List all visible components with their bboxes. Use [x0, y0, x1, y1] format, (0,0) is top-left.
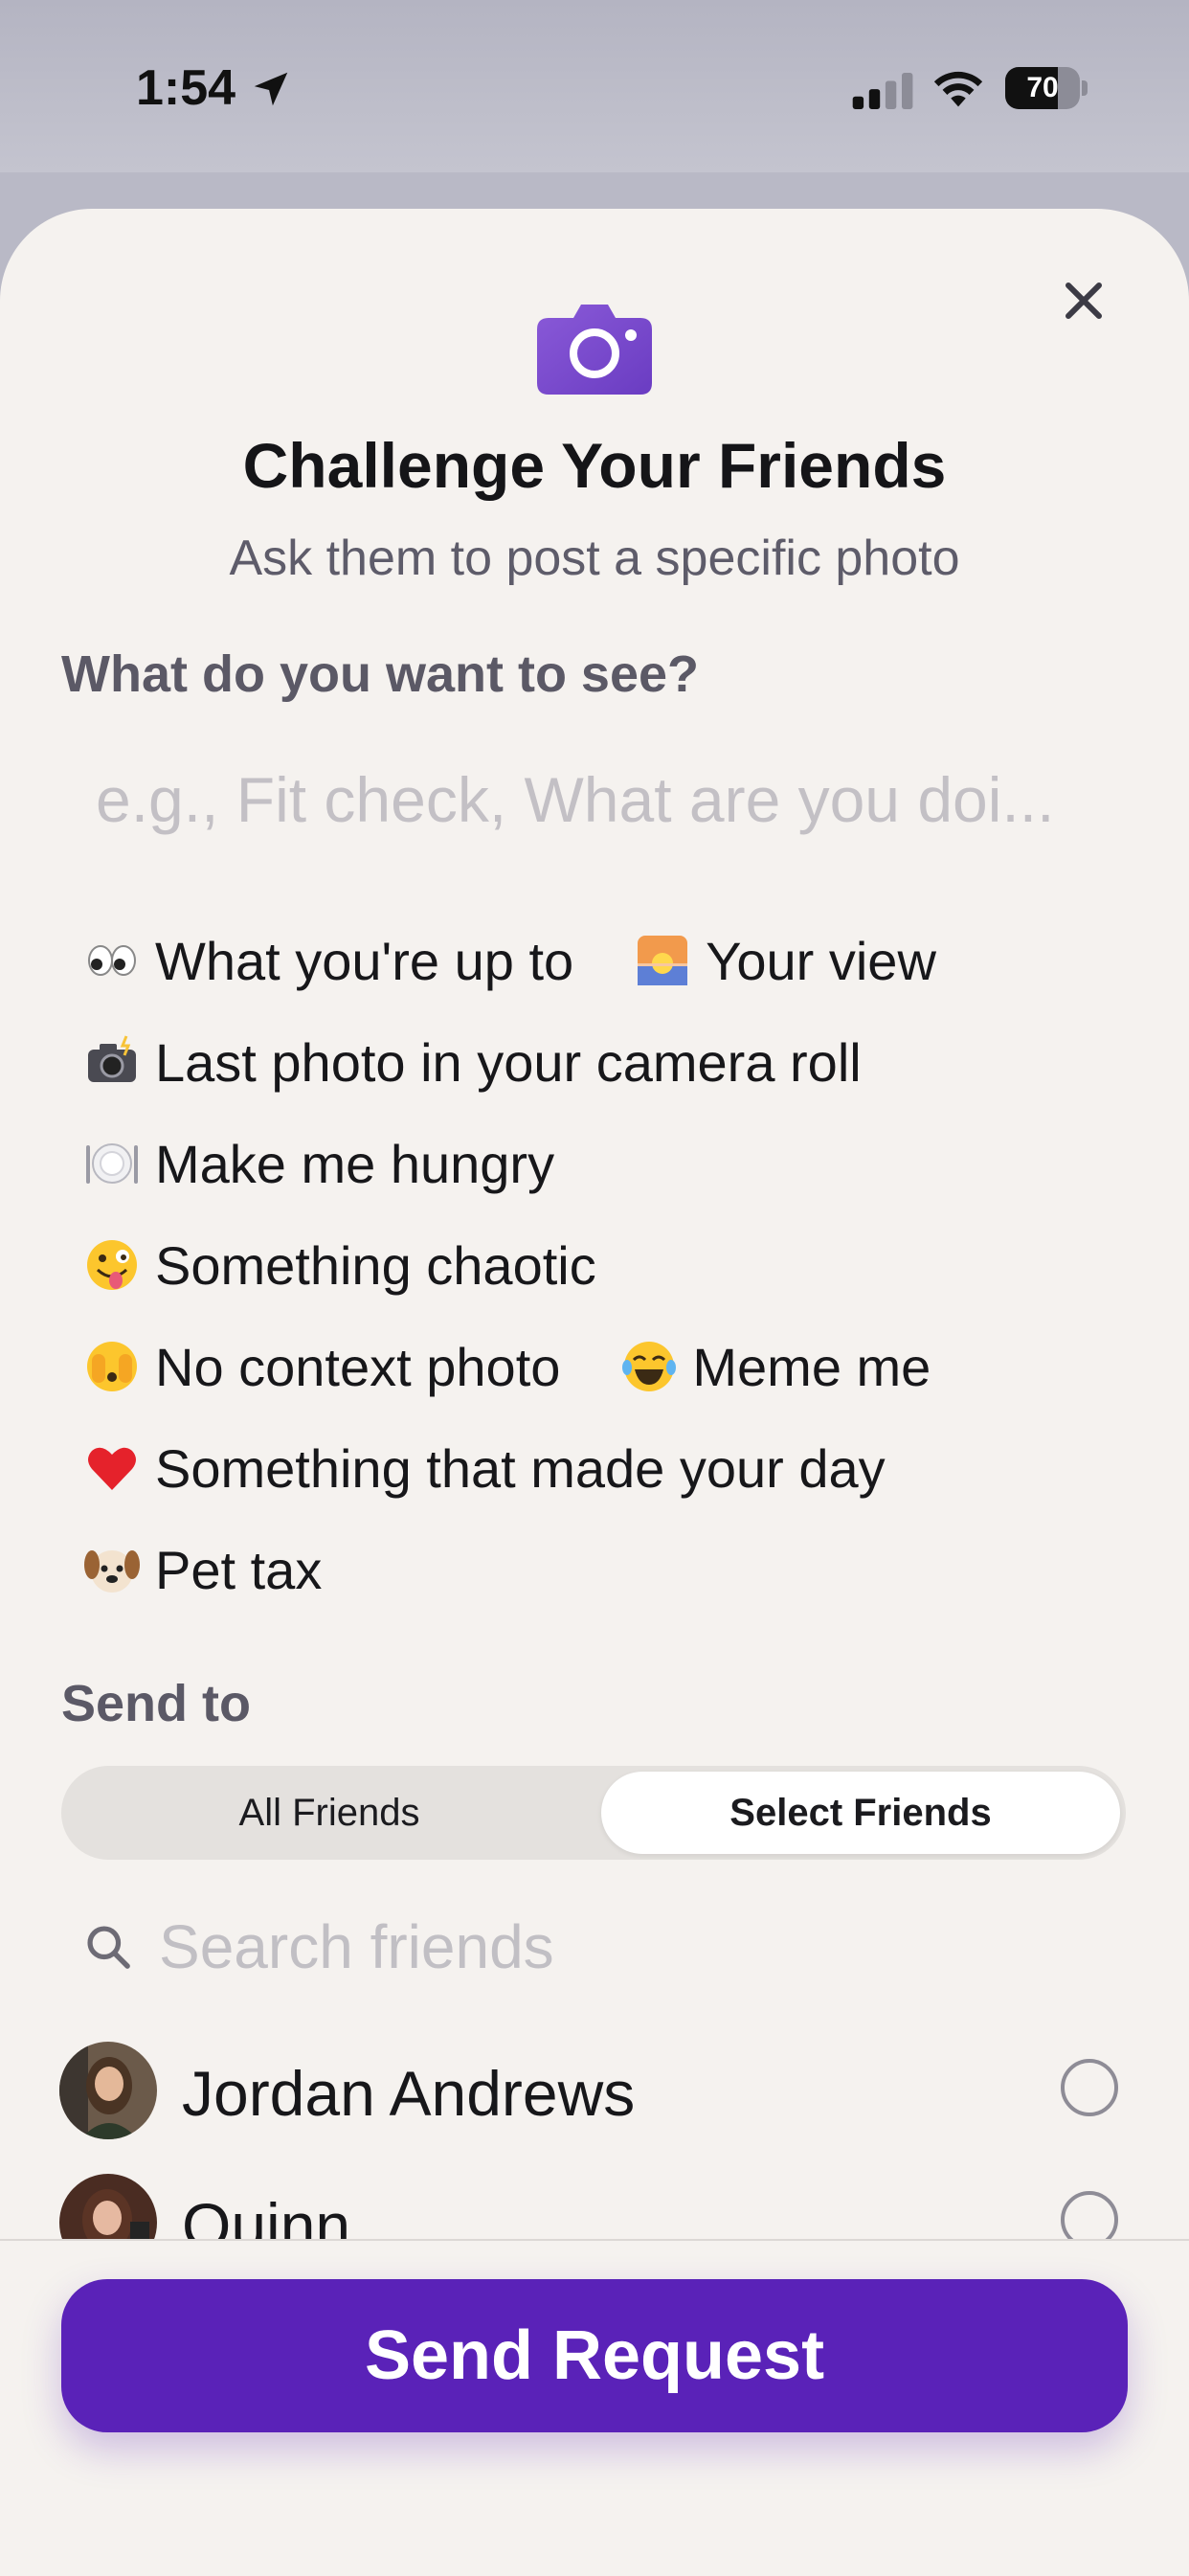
camera-flash-icon	[88, 1035, 136, 1082]
sunrise-icon	[638, 936, 688, 985]
laughing-face-icon	[622, 1342, 677, 1391]
wifi-icon	[933, 71, 983, 107]
status-time: 1:54	[136, 60, 236, 116]
sheet-subtitle: Ask them to post a specific photo	[229, 531, 960, 586]
challenge-sheet: Challenge Your Friends Ask them to post …	[0, 209, 1189, 2574]
suggestion-label: What you're up to	[155, 930, 574, 991]
send-to-label: Send to	[61, 1675, 251, 1732]
battery-icon: 70	[1005, 67, 1088, 109]
heart-icon	[88, 1447, 136, 1490]
search-friends-input[interactable]	[159, 1904, 1021, 1990]
search-icon	[87, 1926, 130, 1969]
suggestion-chip[interactable]: Pet tax	[84, 1539, 322, 1601]
suggestion-label: Something that made your day	[155, 1437, 886, 1499]
audience-segmented-control: All Friends Select Friends	[61, 1766, 1126, 1860]
sheet-title: Challenge Your Friends	[242, 430, 947, 501]
plate-icon	[86, 1143, 138, 1184]
location-arrow-icon	[254, 72, 288, 106]
avatar	[59, 2042, 157, 2139]
suggestion-label: Something chaotic	[155, 1234, 596, 1296]
status-bar: 1:54 70	[0, 0, 1189, 172]
suggestion-label: Pet tax	[155, 1539, 323, 1600]
suggestion-label: Make me hungry	[155, 1133, 555, 1194]
suggestion-chip[interactable]: Something chaotic	[84, 1234, 596, 1297]
peeking-face-icon	[87, 1342, 137, 1391]
prompt-input[interactable]	[96, 757, 1091, 843]
suggestion-label: Meme me	[692, 1336, 931, 1397]
camera-icon	[537, 305, 652, 395]
close-icon[interactable]	[1055, 272, 1112, 329]
friend-row[interactable]: Jordan Andrews	[0, 2042, 1189, 2147]
friend-select-radio[interactable]	[1061, 2059, 1118, 2116]
suggestion-label: Your view	[706, 930, 936, 991]
segment-select-friends[interactable]: Select Friends	[601, 1772, 1120, 1854]
suggestion-chip[interactable]: No context photo	[84, 1336, 560, 1398]
zany-face-icon	[87, 1240, 137, 1290]
suggestion-chip[interactable]: Meme me	[621, 1336, 931, 1398]
suggestion-chip[interactable]: Something that made your day	[84, 1437, 886, 1500]
battery-level: 70	[1026, 72, 1059, 103]
suggestion-chip[interactable]: Your view	[635, 930, 936, 992]
cellular-signal-icon	[852, 73, 913, 109]
suggestion-chip[interactable]: Make me hungry	[84, 1133, 554, 1195]
suggestion-label: No context photo	[155, 1336, 561, 1397]
prompt-label: What do you want to see?	[61, 645, 700, 703]
eyes-icon	[88, 945, 136, 976]
suggestion-chip[interactable]: What you're up to	[84, 930, 573, 992]
dog-face-icon	[84, 1550, 140, 1593]
send-request-button[interactable]: Send Request	[61, 2279, 1128, 2432]
suggestion-chip[interactable]: Last photo in your camera roll	[84, 1031, 862, 1094]
suggestion-label: Last photo in your camera roll	[155, 1031, 862, 1093]
friend-name: Jordan Andrews	[182, 2058, 636, 2129]
segment-all-friends[interactable]: All Friends	[67, 1772, 592, 1854]
